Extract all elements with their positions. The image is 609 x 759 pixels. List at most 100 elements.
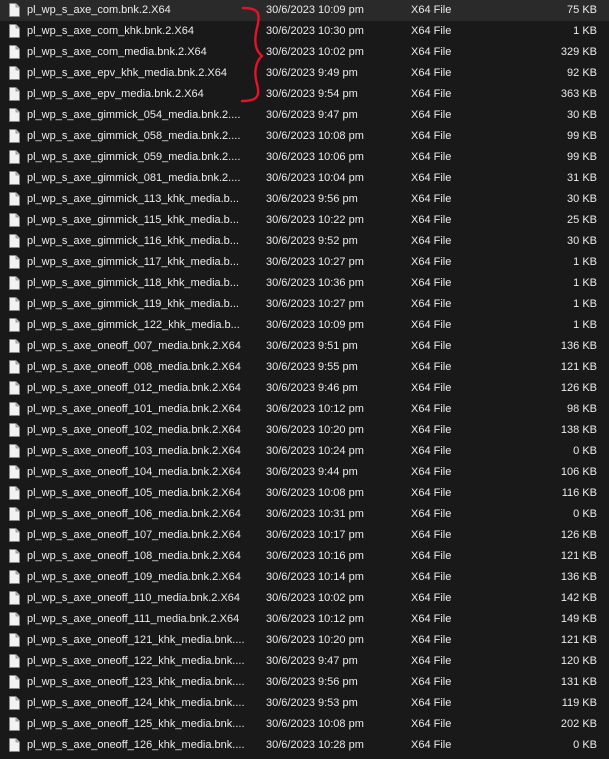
file-size: 120 KB [560, 655, 597, 667]
file-icon [9, 234, 20, 248]
file-icon [9, 423, 20, 437]
file-row[interactable]: pl_wp_s_axe_oneoff_125_khk_media.bnk....… [0, 714, 609, 735]
file-row[interactable]: pl_wp_s_axe_oneoff_102_media.bnk.2.X64 30… [0, 420, 609, 441]
file-row[interactable]: pl_wp_s_axe_oneoff_126_khk_media.bnk....… [0, 735, 609, 756]
date-modified: 30/6/2023 10:14 pm [266, 571, 364, 583]
file-row[interactable]: pl_wp_s_axe_oneoff_108_media.bnk.2.X64 30… [0, 546, 609, 567]
file-name: pl_wp_s_axe_oneoff_122_khk_media.bnk.... [27, 655, 245, 667]
file-size: 0 KB [573, 739, 597, 751]
file-size: 149 KB [560, 613, 597, 625]
file-size: 126 KB [560, 382, 597, 394]
date-modified: 30/6/2023 9:51 pm [266, 340, 358, 352]
file-icon [9, 66, 20, 80]
file-row[interactable]: pl_wp_s_axe_oneoff_111_media.bnk.2.X64 30… [0, 609, 609, 630]
file-row[interactable]: pl_wp_s_axe_oneoff_008_media.bnk.2.X64 30… [0, 357, 609, 378]
file-name: pl_wp_s_axe_epv_khk_media.bnk.2.X64 [27, 67, 227, 79]
file-row[interactable]: pl_wp_s_axe_com_media.bnk.2.X64 30/6/2023… [0, 42, 609, 63]
file-type: X64 File [411, 718, 452, 730]
date-modified: 30/6/2023 10:08 pm [266, 718, 364, 730]
date-modified: 30/6/2023 9:47 pm [266, 109, 358, 121]
file-name: pl_wp_s_axe_gimmick_054_media.bnk.2.... [27, 109, 241, 121]
file-name: pl_wp_s_axe_com.bnk.2.X64 [27, 4, 171, 16]
file-type: X64 File [411, 340, 452, 352]
file-name: pl_wp_s_axe_oneoff_111_media.bnk.2.X64 [27, 613, 240, 625]
file-row[interactable]: pl_wp_s_axe_gimmick_117_khk_media.b... 30… [0, 252, 609, 273]
file-icon [9, 591, 20, 605]
file-row[interactable]: pl_wp_s_axe_oneoff_101_media.bnk.2.X64 30… [0, 399, 609, 420]
file-size: 0 KB [573, 508, 597, 520]
file-icon [9, 276, 20, 290]
file-row[interactable]: pl_wp_s_axe_oneoff_012_media.bnk.2.X64 30… [0, 378, 609, 399]
file-row[interactable]: pl_wp_s_axe_gimmick_119_khk_media.b... 30… [0, 294, 609, 315]
file-type: X64 File [411, 529, 452, 541]
file-type: X64 File [411, 277, 452, 289]
file-size: 30 KB [567, 109, 597, 121]
date-modified: 30/6/2023 9:56 pm [266, 676, 358, 688]
file-icon [9, 171, 20, 185]
file-name: pl_wp_s_axe_com_media.bnk.2.X64 [27, 46, 207, 58]
file-type: X64 File [411, 214, 452, 226]
file-name: pl_wp_s_axe_gimmick_059_media.bnk.2.... [27, 151, 241, 163]
file-row[interactable]: pl_wp_s_axe_oneoff_103_media.bnk.2.X64 30… [0, 441, 609, 462]
file-row[interactable]: pl_wp_s_axe_oneoff_124_khk_media.bnk....… [0, 693, 609, 714]
date-modified: 30/6/2023 9:44 pm [266, 466, 358, 478]
file-row[interactable]: pl_wp_s_axe_gimmick_058_media.bnk.2.... 3… [0, 126, 609, 147]
file-name: pl_wp_s_axe_oneoff_103_media.bnk.2.X64 [27, 445, 241, 457]
date-modified: 30/6/2023 9:54 pm [266, 88, 358, 100]
file-row[interactable]: pl_wp_s_axe_oneoff_122_khk_media.bnk....… [0, 651, 609, 672]
date-modified: 30/6/2023 10:22 pm [266, 214, 364, 226]
file-name: pl_wp_s_axe_oneoff_106_media.bnk.2.X64 [27, 508, 241, 520]
file-row[interactable]: pl_wp_s_axe_com.bnk.2.X64 30/6/2023 10:09… [0, 0, 609, 21]
file-name: pl_wp_s_axe_com_khk.bnk.2.X64 [27, 25, 194, 37]
file-name: pl_wp_s_axe_gimmick_122_khk_media.b... [27, 319, 240, 331]
file-row[interactable]: pl_wp_s_axe_gimmick_116_khk_media.b... 30… [0, 231, 609, 252]
file-name: pl_wp_s_axe_oneoff_107_media.bnk.2.X64 [27, 529, 241, 541]
file-row[interactable]: pl_wp_s_axe_gimmick_118_khk_media.b... 30… [0, 273, 609, 294]
date-modified: 30/6/2023 10:20 pm [266, 634, 364, 646]
file-name: pl_wp_s_axe_oneoff_126_khk_media.bnk.... [27, 739, 245, 751]
file-row[interactable]: pl_wp_s_axe_oneoff_104_media.bnk.2.X64 30… [0, 462, 609, 483]
file-row[interactable]: pl_wp_s_axe_gimmick_122_khk_media.b... 30… [0, 315, 609, 336]
file-icon [9, 3, 20, 17]
file-size: 363 KB [560, 88, 597, 100]
file-row[interactable]: pl_wp_s_axe_oneoff_007_media.bnk.2.X64 30… [0, 336, 609, 357]
file-icon [9, 129, 20, 143]
file-row[interactable]: pl_wp_s_axe_oneoff_105_media.bnk.2.X64 30… [0, 483, 609, 504]
file-icon [9, 297, 20, 311]
file-row[interactable]: pl_wp_s_axe_oneoff_107_media.bnk.2.X64 30… [0, 525, 609, 546]
file-type: X64 File [411, 319, 452, 331]
file-size: 30 KB [567, 235, 597, 247]
file-icon [9, 528, 20, 542]
file-icon [9, 633, 20, 647]
file-size: 131 KB [560, 676, 597, 688]
file-size: 106 KB [560, 466, 597, 478]
file-size: 142 KB [560, 592, 597, 604]
file-type: X64 File [411, 676, 452, 688]
file-row[interactable]: pl_wp_s_axe_oneoff_123_khk_media.bnk....… [0, 672, 609, 693]
file-icon [9, 45, 20, 59]
file-row[interactable]: pl_wp_s_axe_gimmick_113_khk_media.b... 30… [0, 189, 609, 210]
file-type: X64 File [411, 46, 452, 58]
file-row[interactable]: pl_wp_s_axe_com_khk.bnk.2.X64 30/6/2023 1… [0, 21, 609, 42]
file-type: X64 File [411, 298, 452, 310]
file-row[interactable]: pl_wp_s_axe_oneoff_110_media.bnk.2.X64 30… [0, 588, 609, 609]
date-modified: 30/6/2023 10:28 pm [266, 739, 364, 751]
file-name: pl_wp_s_axe_oneoff_104_media.bnk.2.X64 [27, 466, 241, 478]
date-modified: 30/6/2023 10:04 pm [266, 172, 364, 184]
file-row[interactable]: pl_wp_s_axe_oneoff_106_media.bnk.2.X64 30… [0, 504, 609, 525]
file-row[interactable]: pl_wp_s_axe_gimmick_059_media.bnk.2.... 3… [0, 147, 609, 168]
file-type: X64 File [411, 550, 452, 562]
date-modified: 30/6/2023 10:31 pm [266, 508, 364, 520]
file-size: 119 KB [561, 697, 597, 709]
file-row[interactable]: pl_wp_s_axe_oneoff_121_khk_media.bnk....… [0, 630, 609, 651]
file-row[interactable]: pl_wp_s_axe_epv_khk_media.bnk.2.X64 30/6/… [0, 63, 609, 84]
file-row[interactable]: pl_wp_s_axe_epv_media.bnk.2.X64 30/6/2023… [0, 84, 609, 105]
date-modified: 30/6/2023 10:02 pm [266, 592, 364, 604]
file-size: 329 KB [560, 46, 597, 58]
file-row[interactable]: pl_wp_s_axe_gimmick_115_khk_media.b... 30… [0, 210, 609, 231]
file-row[interactable]: pl_wp_s_axe_oneoff_109_media.bnk.2.X64 30… [0, 567, 609, 588]
file-row[interactable]: pl_wp_s_axe_gimmick_054_media.bnk.2.... 3… [0, 105, 609, 126]
file-row[interactable]: pl_wp_s_axe_gimmick_081_media.bnk.2.... 3… [0, 168, 609, 189]
file-icon [9, 381, 20, 395]
file-name: pl_wp_s_axe_gimmick_058_media.bnk.2.... [27, 130, 241, 142]
